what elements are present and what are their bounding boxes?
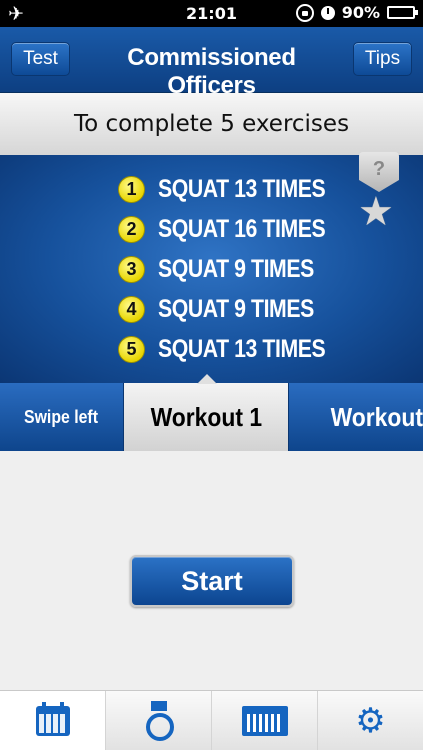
swipe-left-label: Swipe left (24, 406, 99, 427)
battery-icon (387, 6, 418, 19)
swipe-left-hint[interactable]: Swipe left (0, 383, 124, 451)
exercise-text: SQUAT 9 TIMES (158, 254, 314, 283)
rotation-lock-icon (295, 3, 314, 22)
calendar-icon (35, 701, 70, 736)
tab-achievements[interactable] (106, 691, 212, 750)
exercise-item: 5 SQUAT 13 TIMES (118, 329, 355, 369)
alarm-icon (320, 5, 335, 20)
exercise-item: 3 SQUAT 9 TIMES (118, 249, 355, 289)
tab-settings[interactable]: ⚙ (318, 691, 423, 750)
bar-chart-icon (241, 705, 288, 736)
tab-bar: ⚙ (0, 690, 423, 750)
exercise-item: 2 SQUAT 16 TIMES (118, 209, 355, 249)
exercise-number: 2 (118, 215, 145, 243)
page-title: Commissioned Officers (127, 44, 296, 99)
exercise-item: 4 SQUAT 9 TIMES (118, 289, 355, 329)
main-content: Start (0, 451, 423, 690)
exercise-text: SQUAT 16 TIMES (158, 214, 326, 243)
star-icon: ★ (358, 190, 394, 234)
exercise-text: SQUAT 9 TIMES (158, 294, 314, 323)
workout-carousel[interactable]: Swipe left Workout 1 Workout 2 (0, 383, 423, 451)
tab-workout-1[interactable]: Workout 1 (124, 383, 288, 451)
exercise-text: SQUAT 13 TIMES (158, 174, 326, 203)
exercise-item: 1 SQUAT 13 TIMES (118, 169, 355, 209)
workout-2-label: Workout 2 (330, 401, 423, 432)
start-button[interactable]: Start (130, 555, 294, 607)
selection-pointer (197, 374, 217, 384)
exercise-number: 5 (118, 335, 145, 363)
settings-gears-icon: ⚙ (355, 701, 386, 740)
medal-ribbon: ? (359, 152, 399, 192)
exercise-text: SQUAT 13 TIMES (158, 334, 326, 363)
workout-1-label: Workout 1 (150, 401, 262, 432)
test-button[interactable]: Test (11, 42, 70, 76)
battery-percent: 90% (341, 3, 380, 22)
exercise-number: 3 (118, 255, 145, 283)
status-right: 90% (295, 3, 418, 22)
tips-button[interactable]: Tips (353, 42, 412, 76)
tab-calendar[interactable] (0, 691, 106, 750)
tab-statistics[interactable] (212, 691, 318, 750)
exercise-number: 4 (118, 295, 145, 323)
exercise-summary: To complete 5 exercises (0, 93, 423, 155)
achievement-medal-icon[interactable]: ? ★ (357, 152, 401, 234)
nav-bar: Test Commissioned Officers Tips (0, 27, 423, 99)
exercise-list: 1 SQUAT 13 TIMES 2 SQUAT 16 TIMES 3 SQUA… (118, 169, 355, 369)
status-bar: ✈ 21:01 90% (0, 0, 423, 27)
medal-icon (144, 700, 174, 741)
tab-workout-2[interactable]: Workout 2 (288, 383, 423, 451)
exercise-number: 1 (118, 175, 145, 203)
